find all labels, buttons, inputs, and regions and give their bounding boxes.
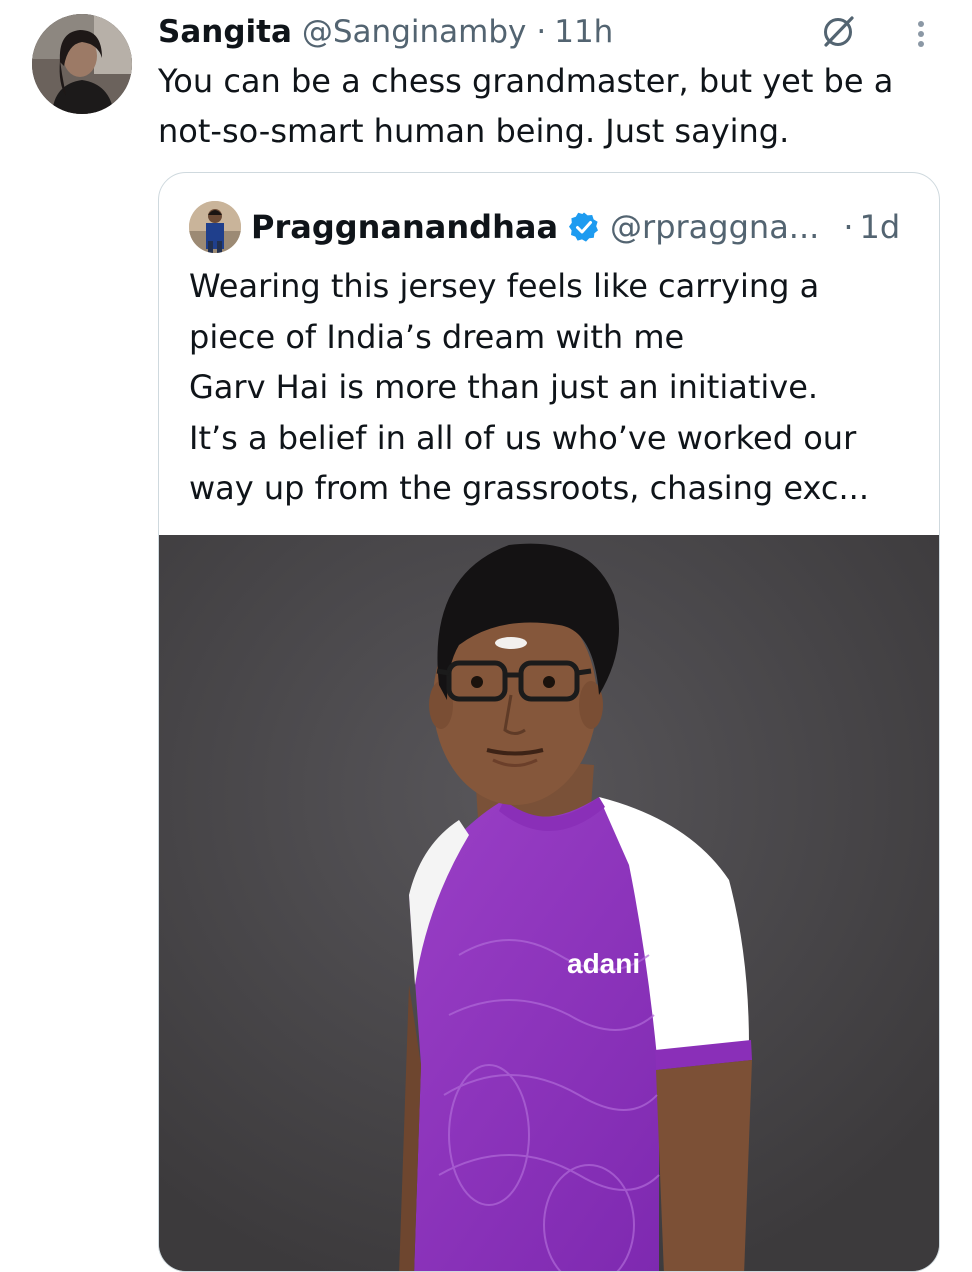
tweet-timestamp[interactable]: 11h [554,10,613,54]
author-name[interactable]: Sangita [158,10,292,54]
quoted-tweet-photo[interactable]: adani [159,535,939,1271]
quoted-author-name[interactable]: Praggnanandhaa [251,208,558,246]
grok-icon[interactable] [816,12,860,52]
jersey-logo-text: adani [567,948,640,979]
quoted-tweet-card[interactable]: Praggnanandhaa @rpraggna... · 1d Wearing… [158,172,940,1272]
author-avatar-image [32,14,132,114]
verified-badge-icon [568,211,600,243]
quoted-tweet-timestamp[interactable]: 1d [859,208,900,246]
quoted-author-avatar[interactable] [189,201,241,253]
quoted-author-handle[interactable]: @rpraggna... [610,208,819,246]
quoted-separator-dot: · [843,208,854,246]
more-vertical-icon[interactable] [906,14,936,54]
tweet-header: Sangita @Sanginamby · 11h [158,10,613,54]
quoted-tweet-header: Praggnanandhaa @rpraggna... · 1d [189,199,900,255]
player-photo: adani [159,535,939,1271]
quoted-tweet-text: Wearing this jersey feels like carrying … [189,267,869,507]
tweet-text: You can be a chess grandmaster, but yet … [158,62,894,150]
author-avatar[interactable] [32,14,132,114]
separator-dot: · [536,14,547,50]
author-handle[interactable]: @Sanginamby [302,10,526,54]
